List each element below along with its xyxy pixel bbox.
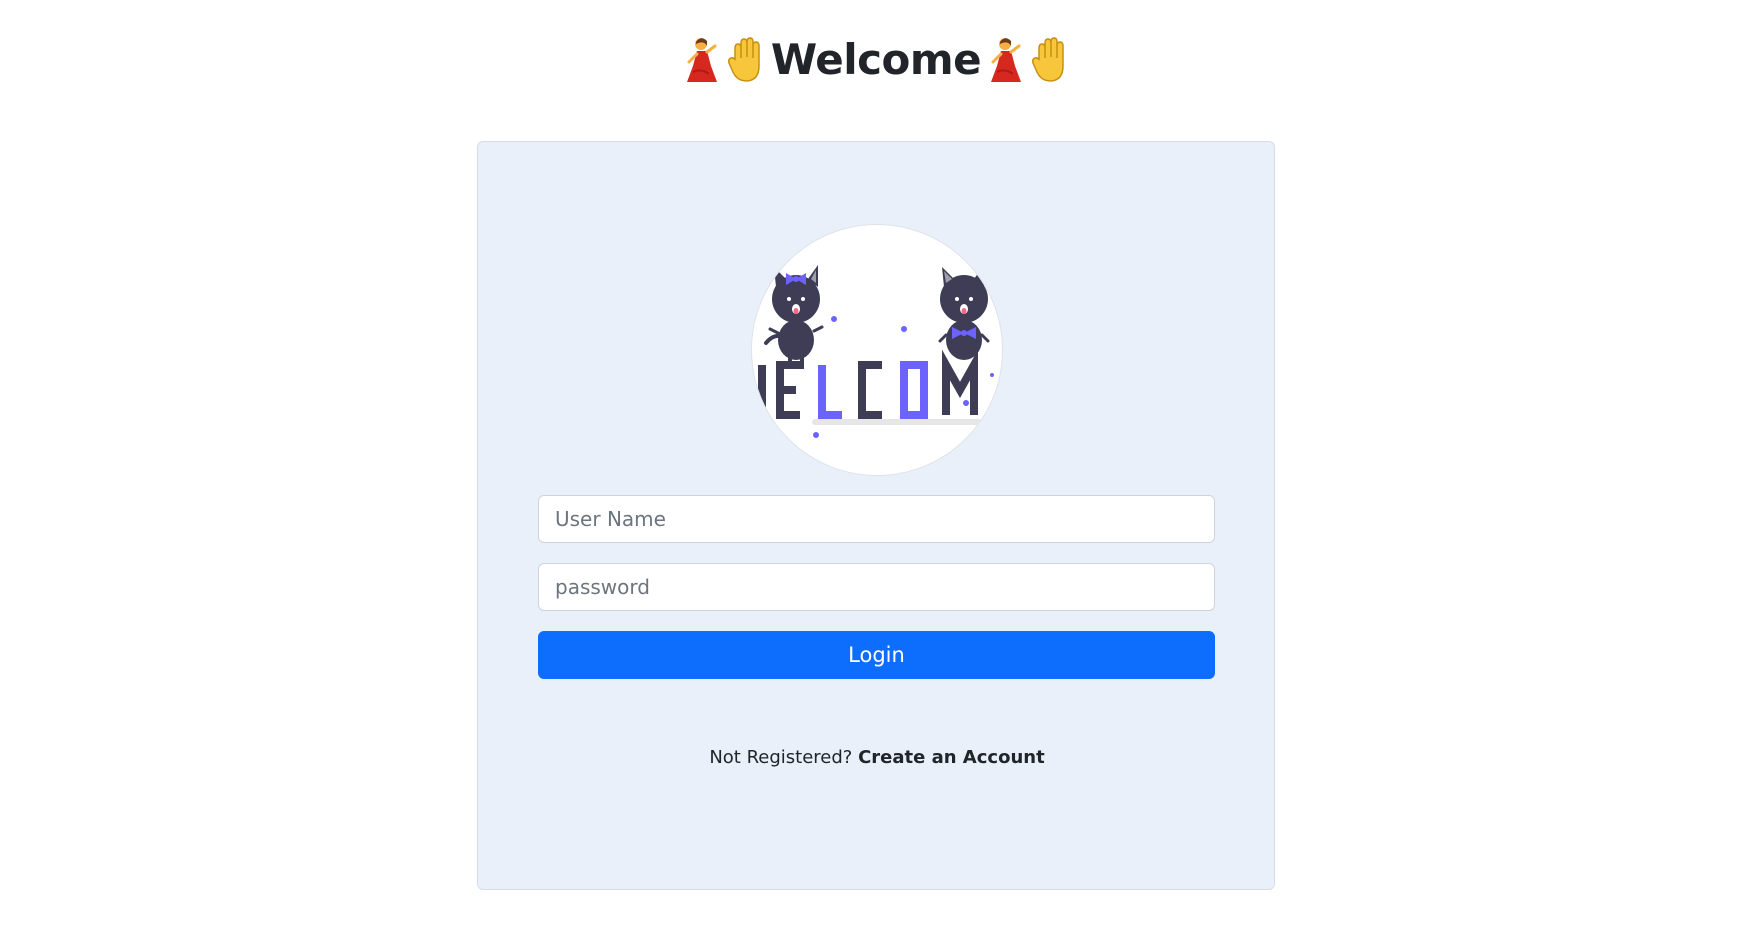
page-header: Welcome — [0, 28, 1752, 92]
login-page: Welcome User Name Login Not Registered? … — [0, 0, 1752, 926]
create-account-link[interactable]: Create an Account — [858, 747, 1045, 768]
login-button[interactable]: Login — [538, 631, 1215, 679]
register-prompt-text: Not Registered? — [709, 747, 859, 768]
username-input[interactable] — [538, 495, 1215, 543]
dancer-icon — [983, 36, 1027, 84]
right-cat-illustration — [938, 265, 990, 360]
login-card: Login Not Registered? Create an Account — [477, 141, 1275, 890]
register-prompt-row: Not Registered? Create an Account — [478, 747, 1276, 768]
password-input[interactable] — [538, 563, 1215, 611]
welcome-letters-illustration — [758, 349, 978, 419]
dancer-icon — [679, 36, 723, 84]
raised-hand-icon — [1029, 36, 1073, 84]
raised-hand-icon — [725, 36, 769, 84]
left-cat-illustration — [764, 265, 824, 369]
welcome-cats-avatar — [751, 224, 1003, 476]
page-title: Welcome — [770, 35, 982, 84]
